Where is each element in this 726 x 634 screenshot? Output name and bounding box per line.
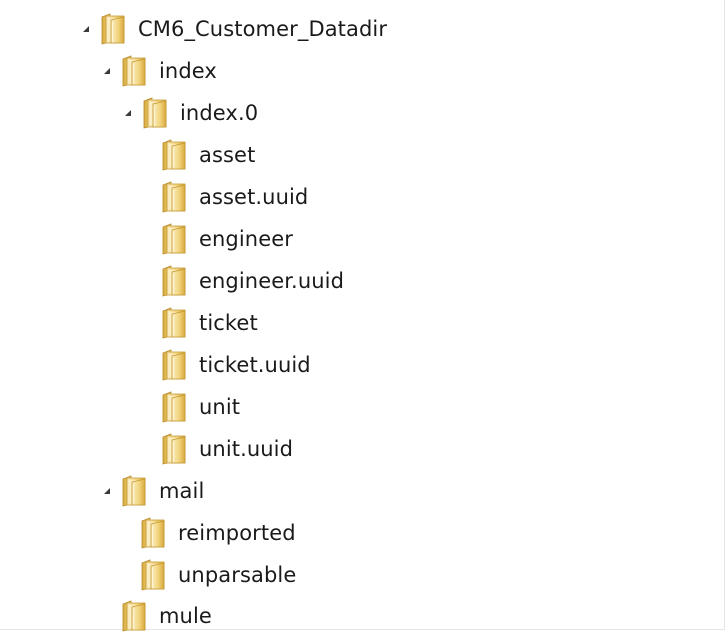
folder-icon — [161, 181, 187, 213]
tree-node-index-0[interactable]: index.0 — [120, 95, 258, 131]
folder-icon — [100, 13, 126, 45]
collapse-arrow-icon[interactable] — [78, 21, 94, 37]
collapse-arrow-icon[interactable] — [120, 105, 136, 121]
tree-node-label: unit.uuid — [199, 437, 294, 461]
tree-node-label: asset.uuid — [199, 185, 309, 209]
folder-tree: CM6_Customer_Datadir index index.0 asset… — [0, 0, 726, 631]
tree-node-index[interactable]: index — [99, 53, 217, 89]
tree-node-label: ticket — [199, 311, 258, 335]
tree-node-label: unparsable — [178, 563, 297, 587]
tree-node-unit-uuid[interactable]: unit.uuid — [139, 431, 293, 467]
collapse-arrow-icon[interactable] — [99, 483, 115, 499]
tree-node-mule[interactable]: mule — [99, 598, 212, 634]
tree-node-reimported[interactable]: reimported — [118, 515, 296, 551]
folder-icon — [161, 223, 187, 255]
tree-node-unparsable[interactable]: unparsable — [118, 557, 296, 593]
tree-node-ticket[interactable]: ticket — [139, 305, 258, 341]
folder-icon — [161, 391, 187, 423]
tree-node-mail[interactable]: mail — [99, 473, 204, 509]
tree-node-label: index.0 — [180, 101, 259, 125]
tree-node-label: unit — [199, 395, 241, 419]
folder-icon — [161, 139, 187, 171]
folder-icon — [121, 55, 147, 87]
folder-icon — [161, 433, 187, 465]
folder-icon — [161, 307, 187, 339]
tree-node-asset-uuid[interactable]: asset.uuid — [139, 179, 308, 215]
tree-node-ticket-uuid[interactable]: ticket.uuid — [139, 347, 311, 383]
tree-node-label: engineer.uuid — [199, 269, 345, 293]
tree-node-cm6-customer-datadir[interactable]: CM6_Customer_Datadir — [78, 11, 387, 47]
folder-icon — [161, 265, 187, 297]
tree-node-label: mail — [159, 479, 205, 503]
tree-node-label: mule — [159, 604, 212, 628]
tree-node-label: engineer — [199, 227, 293, 251]
tree-node-unit[interactable]: unit — [139, 389, 240, 425]
folder-icon — [140, 517, 166, 549]
tree-node-label: ticket.uuid — [199, 353, 311, 377]
folder-icon — [142, 97, 168, 129]
tree-node-engineer[interactable]: engineer — [139, 221, 293, 257]
collapse-arrow-icon[interactable] — [99, 63, 115, 79]
tree-node-label: reimported — [178, 521, 296, 545]
folder-icon — [161, 349, 187, 381]
folder-icon — [121, 475, 147, 507]
tree-node-asset[interactable]: asset — [139, 137, 255, 173]
folder-icon — [121, 600, 147, 632]
tree-node-label: index — [159, 59, 217, 83]
tree-node-label: CM6_Customer_Datadir — [138, 17, 388, 41]
folder-icon — [140, 559, 166, 591]
tree-node-label: asset — [199, 143, 256, 167]
tree-node-engineer-uuid[interactable]: engineer.uuid — [139, 263, 344, 299]
